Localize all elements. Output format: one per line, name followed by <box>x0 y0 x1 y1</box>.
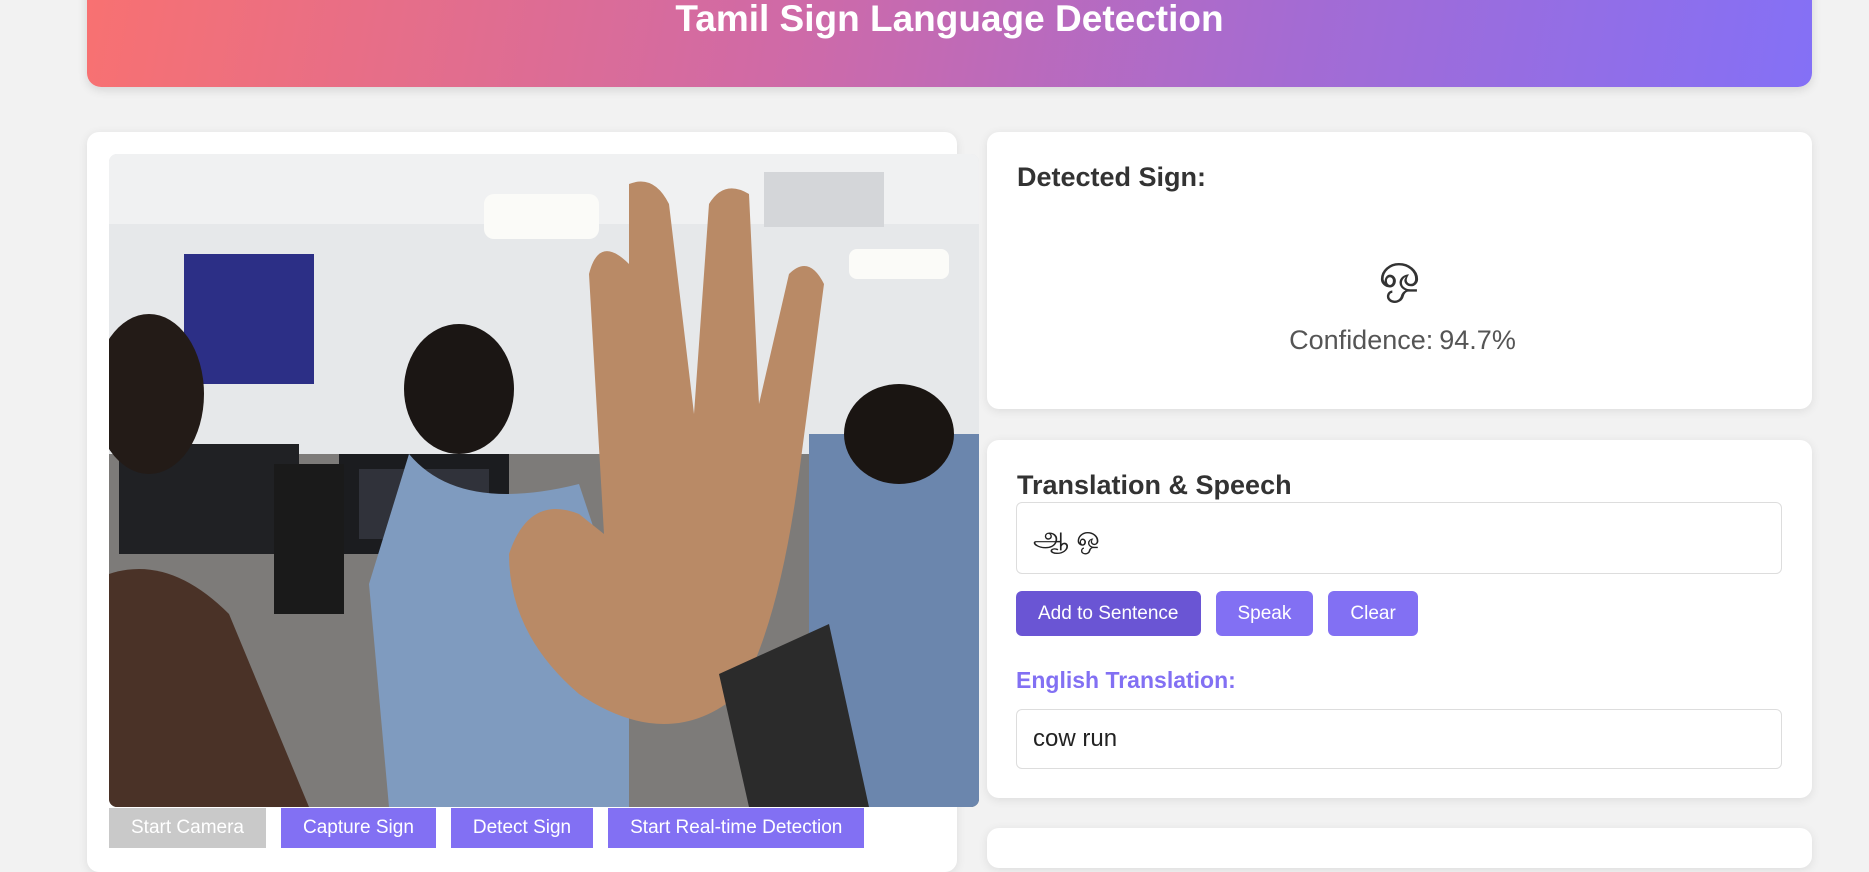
clear-button[interactable]: Clear <box>1328 591 1418 636</box>
detected-sign-heading: Detected Sign: <box>1017 162 1207 192</box>
app-header: Tamil Sign Language Detection <box>87 0 1812 87</box>
speak-button[interactable]: Speak <box>1215 591 1314 636</box>
start-realtime-detection-button[interactable]: Start Real-time Detection <box>608 808 865 848</box>
add-to-sentence-button[interactable]: Add to Sentence <box>1016 591 1201 636</box>
camera-controls: Start Camera Capture Sign Detect Sign St… <box>109 808 865 848</box>
camera-panel: Start Camera Capture Sign Detect Sign St… <box>87 132 979 872</box>
detected-sign-character: ஒ <box>1378 243 1421 299</box>
english-translation-label: English Translation: <box>1016 667 1236 693</box>
detected-sign-panel: Detected Sign: ஒ Confidence: 94.7% <box>987 132 1812 409</box>
confidence-readout: Confidence: 94.7% <box>987 325 1812 356</box>
camera-frame-image <box>109 154 979 807</box>
english-translation-output: cow run <box>1016 709 1782 769</box>
translation-controls: Add to Sentence Speak Clear <box>1016 591 1418 636</box>
additional-panel <box>987 828 1812 868</box>
camera-feed <box>109 154 979 807</box>
sentence-field[interactable]: ஆ ஒ <box>1016 502 1782 574</box>
translation-heading: Translation & Speech <box>1017 470 1292 500</box>
confidence-value: 94.7% <box>1439 325 1516 355</box>
start-camera-button[interactable]: Start Camera <box>109 808 266 848</box>
translation-panel: Translation & Speech ஆ ஒ Add to Sentence… <box>987 440 1812 798</box>
detect-sign-button[interactable]: Detect Sign <box>450 808 594 848</box>
confidence-label: Confidence: <box>1289 325 1434 355</box>
capture-sign-button[interactable]: Capture Sign <box>280 808 436 848</box>
page-title: Tamil Sign Language Detection <box>675 0 1224 39</box>
